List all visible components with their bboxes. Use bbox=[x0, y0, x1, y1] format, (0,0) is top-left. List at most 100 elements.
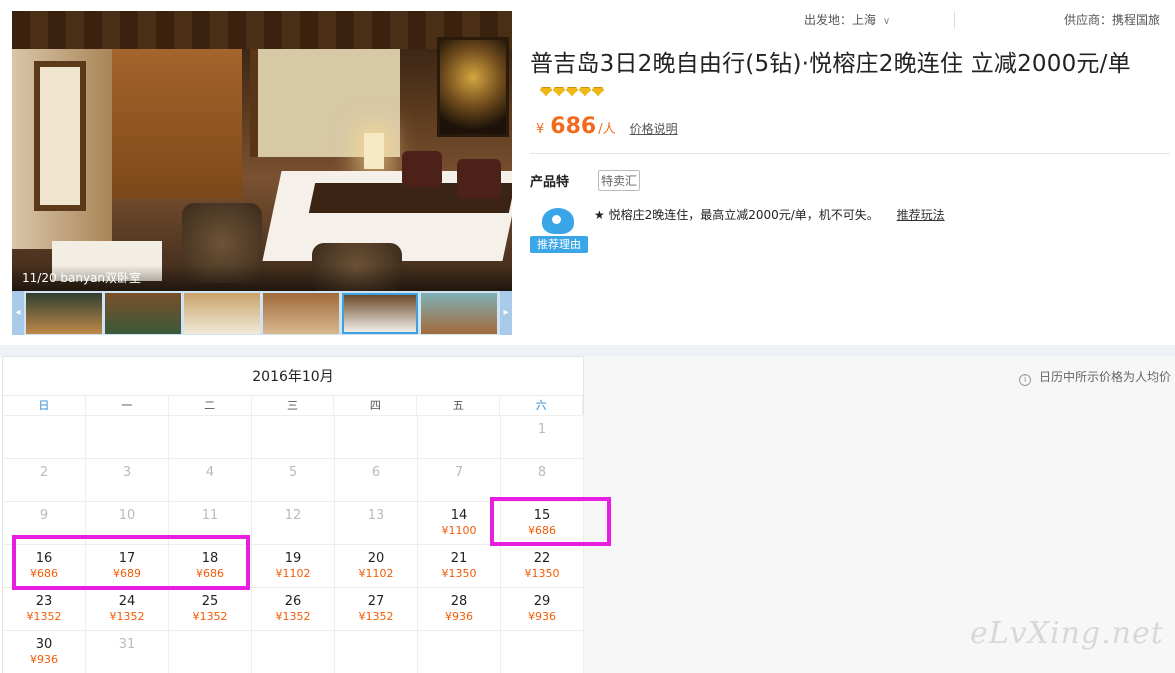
photo-pillow bbox=[457, 159, 501, 199]
day-number: 3 bbox=[122, 465, 132, 480]
calendar-day[interactable]: 25 ¥1352 bbox=[169, 587, 252, 630]
photo-painting bbox=[437, 37, 509, 137]
calendar-day[interactable]: 19 ¥1102 bbox=[252, 544, 335, 587]
calendar-day[interactable]: 15 ¥686 bbox=[501, 501, 584, 544]
calendar-day[interactable]: 22 ¥1350 bbox=[501, 544, 584, 587]
features-label: 产品特 bbox=[530, 175, 570, 190]
supplier-label: 供应商：携程国旅 bbox=[1063, 13, 1160, 27]
calendar-week: 9 10 11 12 13 14 ¥1100 15 ¥686 bbox=[3, 501, 584, 544]
day-number: 20 bbox=[367, 551, 385, 566]
photo-panel bbox=[112, 49, 242, 199]
calendar-month: 2016年10月 bbox=[252, 369, 334, 385]
calendar-day[interactable]: 24 ¥1352 bbox=[86, 587, 169, 630]
recommend-play-link[interactable]: 推荐玩法 bbox=[897, 208, 945, 222]
day-price: ¥1352 bbox=[192, 610, 228, 623]
calendar-day: 6 bbox=[335, 458, 418, 501]
calendar-day: 31 bbox=[86, 630, 169, 673]
price-calendar: 2016年10月 日一二三四五六 1 2 3 4 5 6 7 8 9 10 11 12 13 14 ¥110… bbox=[2, 356, 584, 673]
calendar-day[interactable]: 26 ¥1352 bbox=[252, 587, 335, 630]
day-number: 2 bbox=[39, 465, 49, 480]
calendar-day[interactable]: 16 ¥686 bbox=[3, 544, 86, 587]
photo-caption: 11/20 banyan双卧室 bbox=[12, 265, 512, 291]
calendar-day[interactable]: 28 ¥936 bbox=[418, 587, 501, 630]
chevron-left-icon[interactable]: ◂ bbox=[12, 291, 24, 335]
departure-label: 出发地：上海 bbox=[804, 13, 877, 27]
feature-tag[interactable]: 特卖汇 bbox=[598, 170, 641, 191]
thumbnail[interactable] bbox=[26, 293, 102, 334]
day-number: 10 bbox=[118, 508, 136, 523]
product-title: 普吉岛3日2晚自由行(5钻)·悦榕庄2晚连住 立减2000元/单 bbox=[530, 51, 1131, 77]
thumbnail[interactable] bbox=[263, 293, 339, 334]
diamond-icon bbox=[540, 87, 552, 96]
calendar-week: 2 3 4 5 6 7 8 bbox=[3, 458, 584, 501]
day-price: ¥1352 bbox=[275, 610, 311, 623]
calendar-day: 13 bbox=[335, 501, 418, 544]
product-header-section: 11/20 banyan双卧室 ◂ ▸ 出发地：上海 ∨ 供应商：携程国旅 普吉… bbox=[0, 0, 1175, 345]
price-note-link[interactable]: 价格说明 bbox=[630, 120, 678, 137]
currency-symbol: ¥ bbox=[536, 122, 545, 137]
day-number: 24 bbox=[118, 594, 136, 609]
calendar-day[interactable]: 21 ¥1350 bbox=[418, 544, 501, 587]
photo-pillow bbox=[402, 151, 442, 187]
reason-text: ★ 悦榕庄2晚连住，最高立减2000元/单，机不可失。 bbox=[594, 208, 879, 222]
price-row: ¥ 686 /人 价格说明 bbox=[536, 114, 678, 139]
diamond-icon bbox=[553, 87, 565, 96]
calendar-empty-cell bbox=[252, 415, 335, 458]
calendar-day[interactable]: 30 ¥936 bbox=[3, 630, 86, 673]
day-price: ¥1350 bbox=[524, 567, 560, 580]
weekday-label: 四 bbox=[334, 396, 418, 416]
calendar-day[interactable]: 17 ¥689 bbox=[86, 544, 169, 587]
main-photo[interactable]: 11/20 banyan双卧室 bbox=[12, 11, 512, 291]
diamond-icon bbox=[579, 87, 591, 96]
calendar-week: 1 bbox=[3, 415, 584, 458]
calendar-note-text: 日历中所示价格为人均价 bbox=[1038, 370, 1171, 384]
calendar-day[interactable]: 23 ¥1352 bbox=[3, 587, 86, 630]
calendar-week: 30 ¥936 31 bbox=[3, 630, 584, 673]
calendar-day: 7 bbox=[418, 458, 501, 501]
calendar-empty-cell bbox=[418, 630, 501, 673]
day-number: 5 bbox=[288, 465, 298, 480]
price-value: 686 bbox=[550, 114, 597, 139]
day-number: 21 bbox=[450, 551, 468, 566]
day-number: 18 bbox=[201, 551, 219, 566]
thumbnail[interactable] bbox=[421, 293, 497, 334]
calendar-empty-cell bbox=[169, 415, 252, 458]
calendar-day: 8 bbox=[501, 458, 584, 501]
day-price: ¥686 bbox=[30, 567, 58, 580]
calendar-empty-cell bbox=[252, 630, 335, 673]
watermark: eLvXing.net bbox=[970, 616, 1164, 651]
calendar-day: 2 bbox=[3, 458, 86, 501]
day-number: 4 bbox=[205, 465, 215, 480]
mascot-eye bbox=[552, 215, 561, 224]
rating-diamonds bbox=[540, 87, 604, 96]
day-number: 15 bbox=[533, 508, 551, 523]
day-number: 1 bbox=[537, 422, 547, 437]
day-number: 9 bbox=[39, 508, 49, 523]
recommend-label: 推荐理由 bbox=[530, 236, 588, 253]
diamond-icon bbox=[592, 87, 604, 96]
calendar-day: 12 bbox=[252, 501, 335, 544]
calendar-day[interactable]: 18 ¥686 bbox=[169, 544, 252, 587]
calendar-empty-cell bbox=[169, 630, 252, 673]
day-number: 29 bbox=[533, 594, 551, 609]
day-price: ¥686 bbox=[196, 567, 224, 580]
day-number: 16 bbox=[35, 551, 53, 566]
thumbnail[interactable] bbox=[184, 293, 260, 334]
thumbnail[interactable] bbox=[105, 293, 181, 334]
day-price: ¥689 bbox=[113, 567, 141, 580]
calendar-day[interactable]: 14 ¥1100 bbox=[418, 501, 501, 544]
departure-select[interactable]: 出发地：上海 ∨ bbox=[804, 11, 890, 28]
calendar-day[interactable]: 20 ¥1102 bbox=[335, 544, 418, 587]
calendar-empty-cell bbox=[335, 415, 418, 458]
day-price: ¥1352 bbox=[26, 610, 62, 623]
calendar-empty-cell bbox=[501, 630, 584, 673]
calendar-day[interactable]: 29 ¥936 bbox=[501, 587, 584, 630]
calendar-day: 10 bbox=[86, 501, 169, 544]
info-icon: i bbox=[1019, 374, 1032, 386]
calendar-week: 23 ¥1352 24 ¥1352 25 ¥1352 26 ¥1352 27 ¥1352 28 ¥93… bbox=[3, 587, 584, 630]
weekday-label: 六 bbox=[500, 396, 584, 416]
thumbnail[interactable] bbox=[342, 293, 418, 334]
day-number: 27 bbox=[367, 594, 385, 609]
chevron-right-icon[interactable]: ▸ bbox=[500, 291, 512, 335]
calendar-day[interactable]: 27 ¥1352 bbox=[335, 587, 418, 630]
